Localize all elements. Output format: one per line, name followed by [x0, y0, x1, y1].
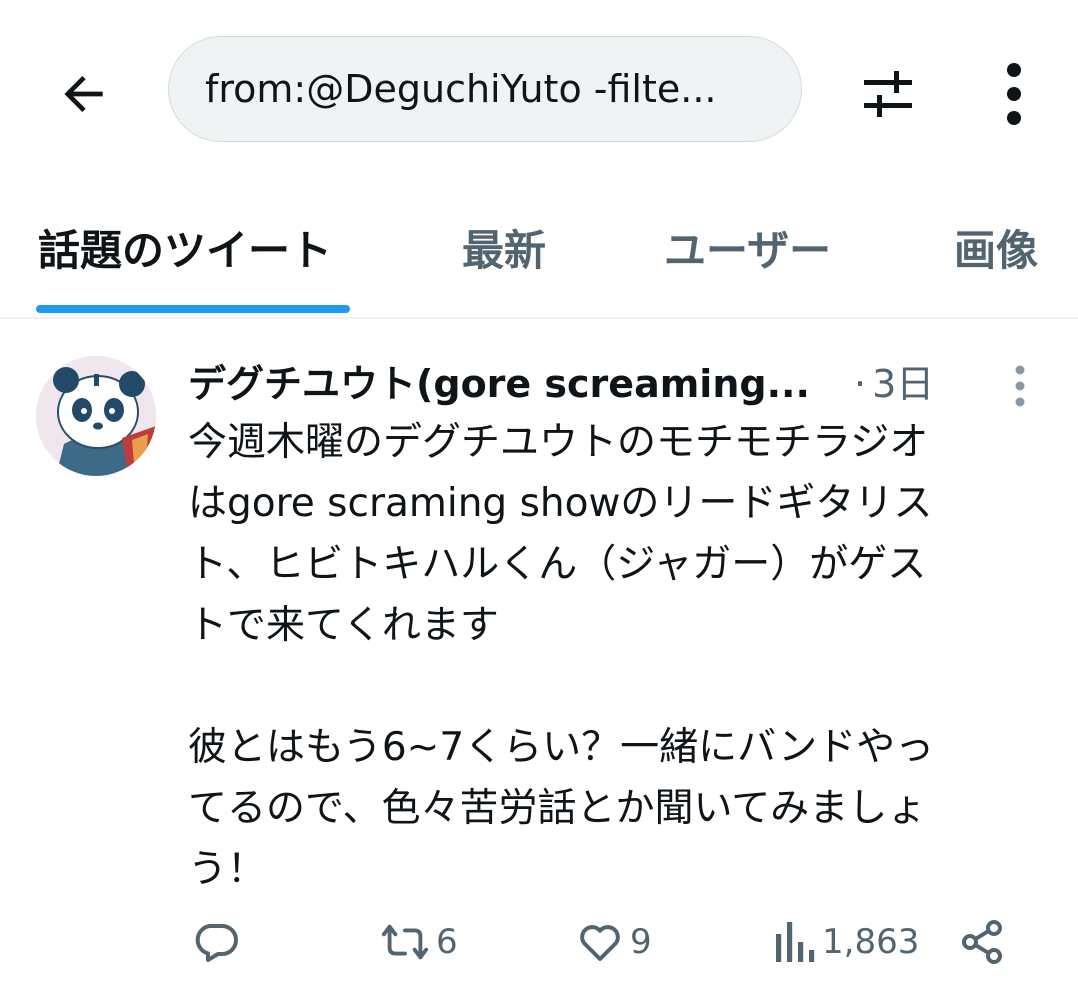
- vertical-dots-icon: [1015, 365, 1025, 407]
- tab-users[interactable]: ユーザー: [664, 217, 831, 278]
- tweet-text: 今週木曜のデグチユウトのモチモチラジオ はgore scraming showの…: [188, 420, 935, 892]
- reply-button[interactable]: [192, 912, 246, 972]
- retweet-count: 6: [436, 922, 458, 962]
- search-query-text: from:@DeguchiYuto -filte...: [205, 67, 717, 111]
- meta-separator: ·: [854, 362, 867, 406]
- tab-images[interactable]: 画像: [954, 217, 1038, 278]
- heart-icon: [580, 925, 620, 961]
- panda-avatar-image: [36, 356, 156, 476]
- tweet-menu-button[interactable]: [1000, 356, 1040, 416]
- retweet-icon: [381, 924, 429, 960]
- avatar[interactable]: [36, 356, 156, 476]
- search-filter-button[interactable]: [852, 58, 924, 130]
- author-name[interactable]: デグチユウト(gore screaming...: [188, 356, 848, 412]
- search-tabs: 話題のツイート 最新 ユーザー 画像: [0, 195, 1078, 319]
- more-options-button[interactable]: [978, 54, 1050, 134]
- sliders-icon: [864, 71, 912, 117]
- search-input[interactable]: from:@DeguchiYuto -filte...: [168, 36, 802, 142]
- retweet-button[interactable]: 6: [380, 912, 458, 972]
- view-count: 1,863: [822, 922, 920, 962]
- like-count: 9: [630, 922, 652, 962]
- tweet-timestamp[interactable]: · 3日: [854, 356, 934, 412]
- tab-latest[interactable]: 最新: [462, 217, 546, 278]
- active-tab-indicator: [36, 305, 350, 313]
- tweet-card[interactable]: デグチユウト(gore screaming... · 3日 今週木曜のデグチユウト…: [0, 320, 1078, 986]
- tweet-time: 3日: [872, 362, 935, 406]
- arrow-left-icon: [64, 76, 103, 112]
- share-icon: [962, 920, 1002, 964]
- top-bar: from:@DeguchiYuto -filte...: [0, 0, 1078, 180]
- views-button[interactable]: 1,863: [772, 912, 919, 972]
- bar-chart-icon: [776, 922, 815, 962]
- back-button[interactable]: [52, 62, 116, 126]
- share-button[interactable]: [958, 912, 1006, 972]
- tab-top[interactable]: 話題のツイート: [38, 217, 332, 278]
- tweet-actions: 6 9 1,863: [188, 912, 1048, 972]
- vertical-dots-icon: [1007, 63, 1021, 125]
- like-button[interactable]: 9: [576, 912, 652, 972]
- reply-icon: [195, 924, 238, 962]
